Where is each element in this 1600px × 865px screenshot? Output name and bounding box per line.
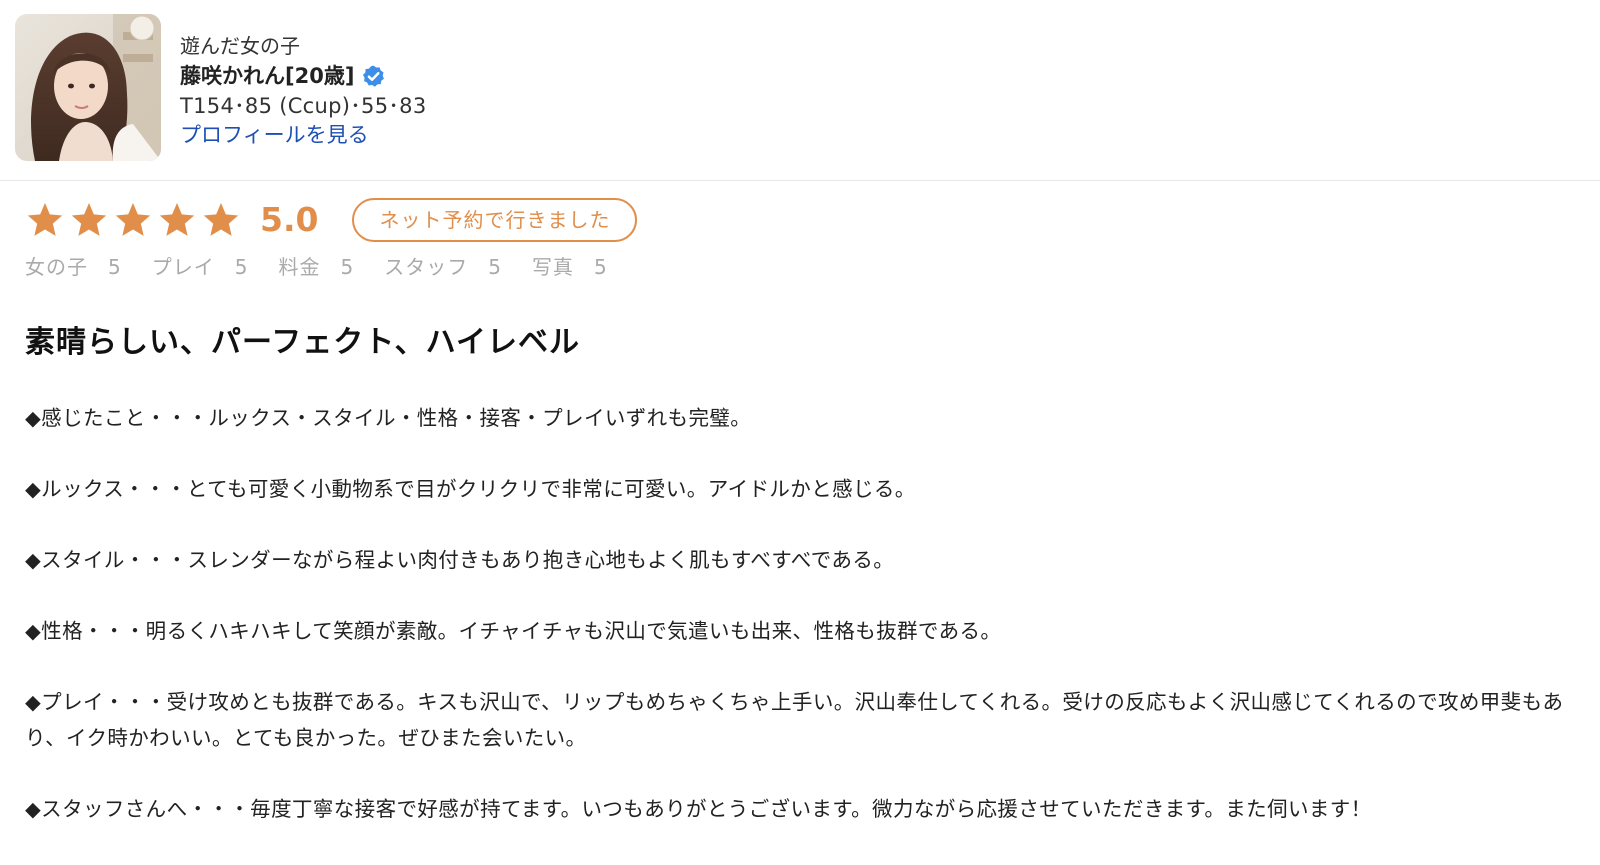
subscore-label: プレイ bbox=[151, 255, 215, 279]
view-profile-link[interactable]: プロフィールを見る bbox=[180, 121, 427, 150]
girl-name[interactable]: 藤咲かれん[20歳] bbox=[180, 61, 354, 92]
star-icon bbox=[71, 203, 107, 236]
star-rating bbox=[25, 200, 245, 240]
subscore-label: スタッフ bbox=[384, 255, 469, 279]
subscore-label: 女の子 bbox=[25, 255, 88, 279]
verified-badge-icon bbox=[361, 64, 386, 89]
review-paragraph: ◆性格・・・明るくハキハキして笑顔が素敵。イチャイチャも沢山で気遣いも出来、性格… bbox=[25, 619, 1002, 643]
review-paragraph: ◆ルックス・・・とても可愛く小動物系で目がクリクリで非常に可愛い。アイドルかと感… bbox=[25, 477, 916, 501]
review-page: 遊んだ女の子 藤咲かれん[20歳] T154･85 (Ccup)･55･83 プ… bbox=[0, 0, 1600, 865]
star-icon bbox=[159, 203, 195, 236]
girl-info-text: 遊んだ女の子 藤咲かれん[20歳] T154･85 (Ccup)･55･83 プ… bbox=[180, 31, 427, 150]
subscore-photo: 写真 5 bbox=[532, 252, 608, 282]
avatar-photo bbox=[15, 14, 161, 161]
review-paragraph: ◆感じたこと・・・ルックス・スタイル・性格・接客・プレイいずれも完璧。 bbox=[25, 406, 752, 430]
review-title: 素晴らしい、パーフェクト、ハイレベル bbox=[25, 325, 580, 360]
subscore-label: 料金 bbox=[278, 255, 321, 279]
subscore-play: プレイ 5 bbox=[152, 252, 249, 282]
subscore-value: 5 bbox=[593, 255, 608, 279]
rating-score: 5.0 bbox=[260, 200, 319, 239]
review-paragraph: ◆スタイル・・・スレンダーながら程よい肉付きもあり抱き心地もよく肌もすべすべであ… bbox=[25, 548, 895, 572]
girl-info-header: 遊んだ女の子 藤咲かれん[20歳] T154･85 (Ccup)･55･83 プ… bbox=[0, 0, 1600, 181]
subscore-staff: スタッフ 5 bbox=[384, 252, 502, 282]
review-paragraph: ◆スタッフさんへ・・・毎度丁寧な接客で好感が持てます。いつもありがとうございます… bbox=[25, 797, 1372, 821]
played-girl-label: 遊んだ女の子 bbox=[180, 34, 300, 58]
girl-name-row: 藤咲かれん[20歳] bbox=[180, 61, 427, 92]
girl-specs: T154･85 (Ccup)･55･83 bbox=[180, 94, 427, 118]
subscore-value: 5 bbox=[488, 255, 502, 279]
subscore-value: 5 bbox=[108, 255, 122, 279]
star-icon bbox=[115, 203, 151, 236]
subscore-price: 料金 5 bbox=[278, 252, 354, 282]
subscore-value: 5 bbox=[340, 255, 355, 279]
subscore-list: 女の子 5 プレイ 5 料金 5 スタッフ 5 写真 5 bbox=[25, 252, 638, 282]
net-reservation-badge: ネット予約で行きました bbox=[352, 198, 638, 242]
star-icon bbox=[203, 203, 239, 236]
girl-avatar[interactable] bbox=[15, 14, 161, 161]
review-body: ◆感じたこと・・・ルックス・スタイル・性格・接客・プレイいずれも完璧。 ◆ルック… bbox=[25, 400, 1570, 862]
rating-row: 5.0 ネット予約で行きました bbox=[25, 198, 638, 242]
subscore-label: 写真 bbox=[531, 255, 574, 279]
subscore-girl: 女の子 5 bbox=[25, 252, 122, 282]
subscore-value: 5 bbox=[234, 255, 249, 279]
review-paragraph: ◆プレイ・・・受け攻めとも抜群である。キスも沢山で、リップもめちゃくちゃ上手い。… bbox=[25, 690, 1564, 750]
star-icon bbox=[27, 203, 63, 236]
